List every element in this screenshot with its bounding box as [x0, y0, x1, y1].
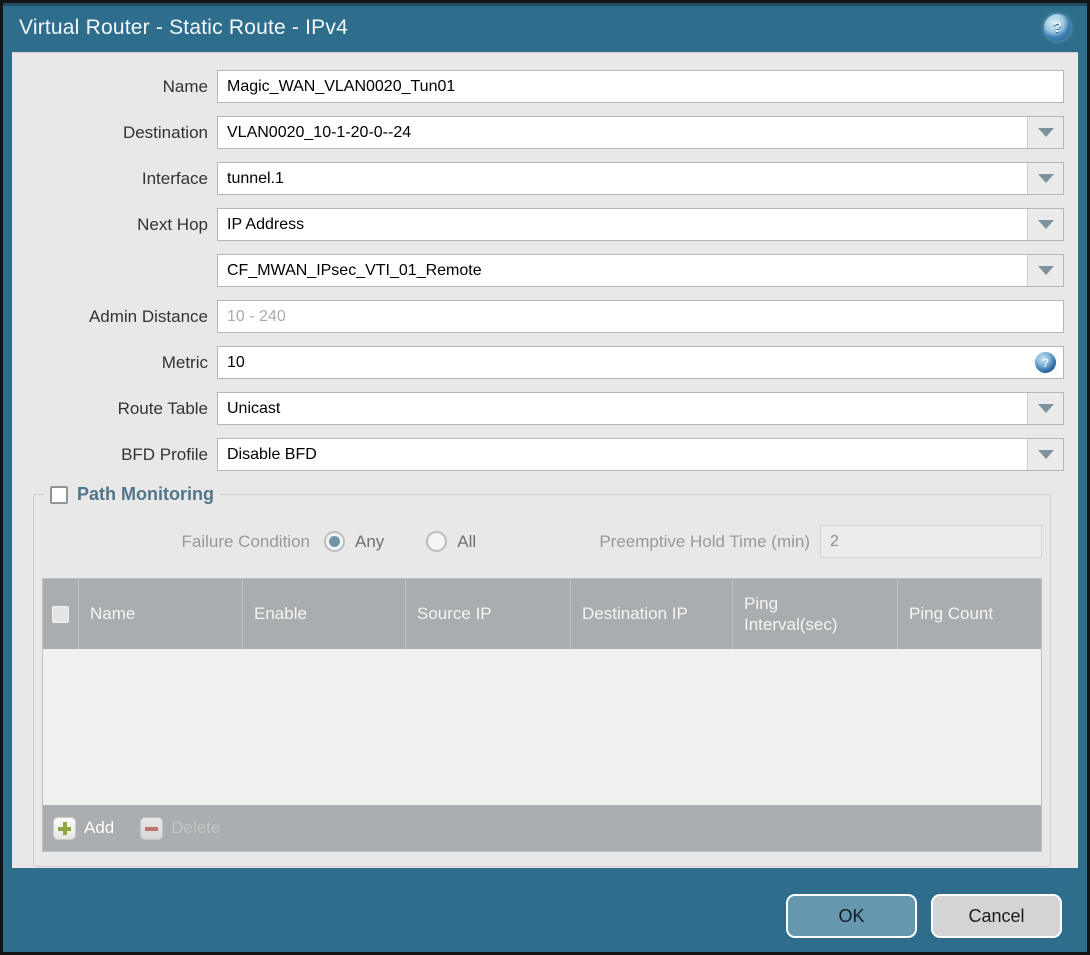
- chevron-down-icon: [1037, 266, 1054, 275]
- dialog-footer: OK Cancel: [786, 894, 1062, 938]
- chevron-down-icon: [1037, 128, 1054, 137]
- all-radio: [426, 531, 448, 552]
- form-row-next-hop: Next Hop: [12, 208, 1064, 241]
- admin-distance-input[interactable]: [217, 300, 1064, 333]
- route-table-label: Route Table: [117, 398, 208, 418]
- any-radio-label: Any: [355, 531, 385, 551]
- bfd-profile-dropdown-button[interactable]: [1027, 439, 1063, 470]
- admin-distance-label: Admin Distance: [88, 306, 208, 326]
- route-table-dropdown-button[interactable]: [1027, 393, 1063, 424]
- select-all-checkbox: [52, 605, 69, 623]
- form-row-next-hop-address: [12, 254, 1064, 287]
- radio-option-all: All: [426, 531, 476, 552]
- table-footer-bar: Add Delete: [43, 805, 1041, 851]
- interface-input[interactable]: [218, 163, 1027, 194]
- cancel-button[interactable]: Cancel: [931, 894, 1062, 938]
- next-hop-label: Next Hop: [137, 214, 208, 234]
- dialog-title: Virtual Router - Static Route - IPv4: [19, 15, 348, 39]
- failure-condition-row: Failure Condition Any All Preemptive Hol…: [42, 525, 1042, 558]
- form-row-destination: Destination: [12, 116, 1064, 149]
- interface-label: Interface: [141, 168, 208, 188]
- chevron-down-icon: [1037, 450, 1054, 459]
- info-icon-glyph: ?: [1041, 355, 1050, 370]
- form-row-name: Name: [12, 70, 1064, 103]
- path-monitoring-table: Name Enable Source IP Destination IP Pin…: [42, 578, 1042, 852]
- name-label: Name: [162, 76, 208, 96]
- bfd-profile-input[interactable]: [218, 439, 1027, 470]
- static-route-dialog: Virtual Router - Static Route - IPv4 ? N…: [0, 0, 1090, 955]
- all-radio-label: All: [457, 531, 477, 551]
- table-body-empty: [43, 649, 1041, 805]
- table-header-ping-count: Ping Count: [897, 579, 1041, 649]
- destination-dropdown-button[interactable]: [1027, 117, 1063, 148]
- table-header-ping-interval: Ping Interval(sec): [732, 579, 897, 649]
- dialog-titlebar: Virtual Router - Static Route - IPv4 ?: [3, 3, 1087, 52]
- add-button[interactable]: Add: [53, 816, 115, 840]
- form-row-route-table: Route Table: [12, 392, 1064, 425]
- path-monitoring-title: Path Monitoring: [77, 484, 214, 504]
- path-monitoring-section: Path Monitoring Failure Condition Any Al…: [33, 484, 1051, 867]
- destination-label: Destination: [122, 122, 208, 142]
- form-row-metric: Metric ?: [12, 346, 1064, 379]
- table-header-name: Name: [78, 579, 242, 649]
- help-icon: ?: [1052, 19, 1063, 36]
- table-header-destination-ip: Destination IP: [570, 579, 732, 649]
- preemptive-hold-time-group: Preemptive Hold Time (min): [599, 525, 1042, 558]
- metric-info-icon: ?: [1035, 352, 1056, 373]
- table-header-source-ip: Source IP: [405, 579, 570, 649]
- preemptive-hold-time-label: Preemptive Hold Time (min): [599, 531, 810, 551]
- next-hop-type-input[interactable]: [218, 209, 1027, 240]
- any-radio: [324, 531, 345, 552]
- minus-icon: [140, 816, 164, 840]
- form-row-admin-distance: Admin Distance: [12, 300, 1064, 333]
- route-table-input[interactable]: [218, 393, 1027, 424]
- metric-input[interactable]: [217, 346, 1064, 379]
- form-row-bfd-profile: BFD Profile: [12, 438, 1064, 471]
- failure-condition-radio-group: Any All: [324, 531, 518, 552]
- table-header-enable: Enable: [242, 579, 405, 649]
- table-header-row: Name Enable Source IP Destination IP Pin…: [43, 579, 1041, 649]
- dialog-content: Name Destination Interface: [12, 52, 1078, 868]
- name-input[interactable]: [217, 70, 1064, 103]
- bfd-profile-label: BFD Profile: [121, 444, 208, 464]
- radio-option-any: Any: [324, 531, 384, 552]
- failure-condition-label: Failure Condition: [181, 531, 310, 551]
- delete-button: Delete: [140, 816, 221, 840]
- delete-button-label: Delete: [171, 818, 221, 837]
- destination-input[interactable]: [218, 117, 1027, 148]
- plus-icon: [53, 816, 76, 840]
- path-monitoring-legend: Path Monitoring: [44, 484, 220, 505]
- chevron-down-icon: [1037, 220, 1054, 229]
- ok-button[interactable]: OK: [786, 894, 917, 938]
- interface-dropdown-button[interactable]: [1027, 163, 1063, 194]
- next-hop-address-input[interactable]: [218, 255, 1027, 286]
- metric-label: Metric: [161, 352, 208, 372]
- chevron-down-icon: [1037, 404, 1054, 413]
- preemptive-hold-time-input: [820, 525, 1042, 558]
- chevron-down-icon: [1037, 174, 1054, 183]
- table-header-select: [43, 579, 78, 649]
- add-button-label: Add: [84, 818, 115, 837]
- help-button[interactable]: ?: [1044, 14, 1071, 41]
- form-row-interface: Interface: [12, 162, 1064, 195]
- next-hop-address-dropdown-button[interactable]: [1027, 255, 1063, 286]
- next-hop-type-dropdown-button[interactable]: [1027, 209, 1063, 240]
- path-monitoring-checkbox[interactable]: [50, 485, 68, 504]
